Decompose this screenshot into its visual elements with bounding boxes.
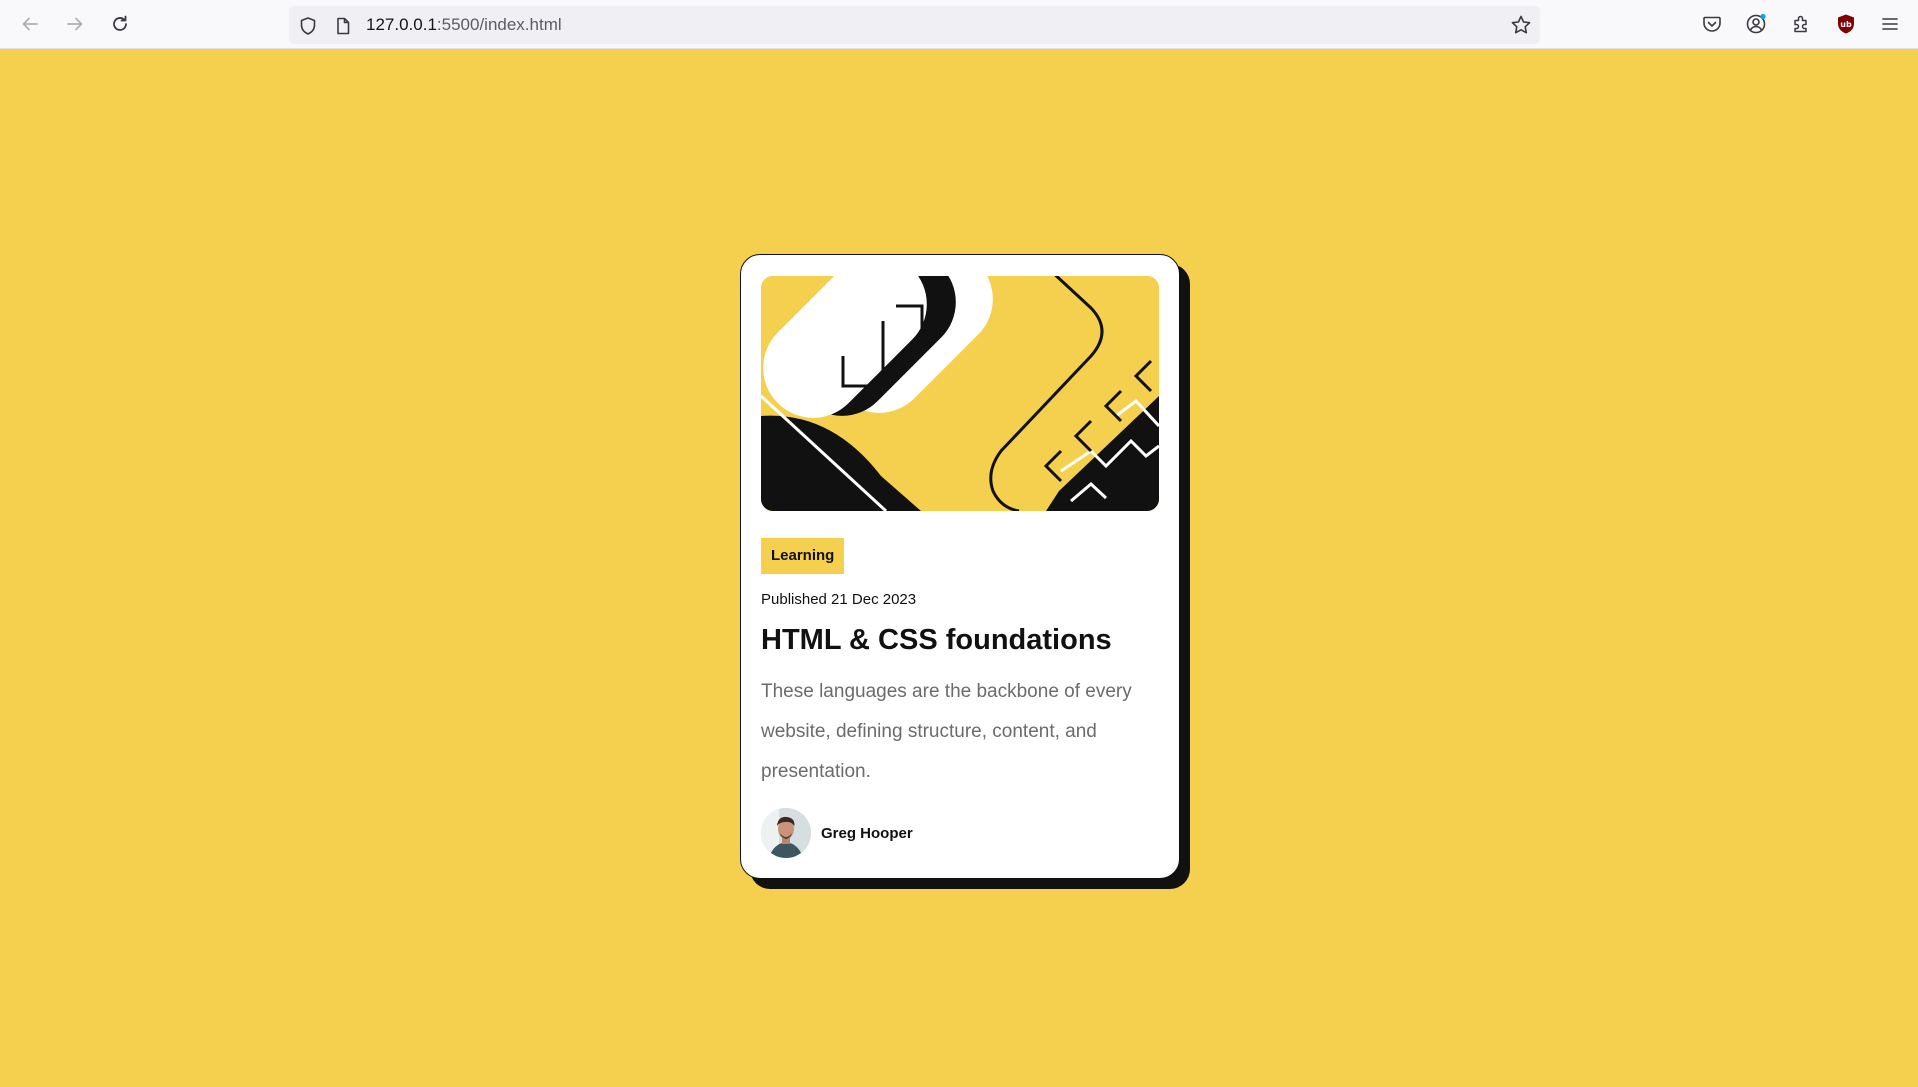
reload-icon (113, 15, 127, 31)
reload-button[interactable] (105, 9, 135, 39)
account-icon (1746, 13, 1766, 34)
url-bar[interactable]: 127.0.0.1:5500/index.html (289, 6, 1540, 44)
author: Greg Hooper (761, 808, 913, 858)
shield-icon[interactable] (298, 16, 318, 36)
illustration-image (761, 276, 1159, 511)
card-title[interactable]: HTML & CSS foundations (761, 620, 1112, 660)
svg-text:ub: ub (1840, 20, 1852, 29)
pocket-icon (1703, 16, 1721, 32)
author-photo (761, 808, 811, 858)
extensions-icon (1794, 15, 1807, 33)
forward-button[interactable] (60, 9, 90, 39)
url-text[interactable]: 127.0.0.1:5500/index.html (366, 15, 562, 35)
hamburger-menu-icon (1882, 18, 1898, 30)
url-host: 127.0.0.1 (366, 15, 437, 34)
card-description: These languages are the backbone of ever… (761, 681, 1132, 782)
published-date: Published 21 Dec 2023 (761, 591, 917, 608)
menu-button[interactable] (1878, 12, 1902, 36)
browser-toolbar: 127.0.0.1:5500/index.html ub (0, 0, 1918, 49)
pocket-button[interactable] (1700, 12, 1724, 36)
account-button[interactable] (1744, 12, 1768, 36)
page-icon[interactable] (333, 16, 353, 36)
blog-preview-card: Learning Published 21 Dec 2023 HTML & CS… (740, 254, 1180, 879)
url-path: :5500/index.html (436, 15, 562, 34)
extensions-button[interactable] (1789, 12, 1813, 36)
back-button[interactable] (15, 9, 45, 39)
author-name[interactable]: Greg Hooper (821, 825, 913, 842)
hero-illustration (761, 276, 1159, 511)
category-tag[interactable]: Learning (761, 538, 845, 574)
avatar (761, 808, 811, 858)
arrow-right-icon (67, 17, 83, 31)
ublock-icon: ub (1838, 14, 1854, 34)
arrow-left-icon (22, 17, 38, 31)
star-icon[interactable] (1510, 14, 1532, 36)
ublock-button[interactable]: ub (1834, 12, 1858, 36)
